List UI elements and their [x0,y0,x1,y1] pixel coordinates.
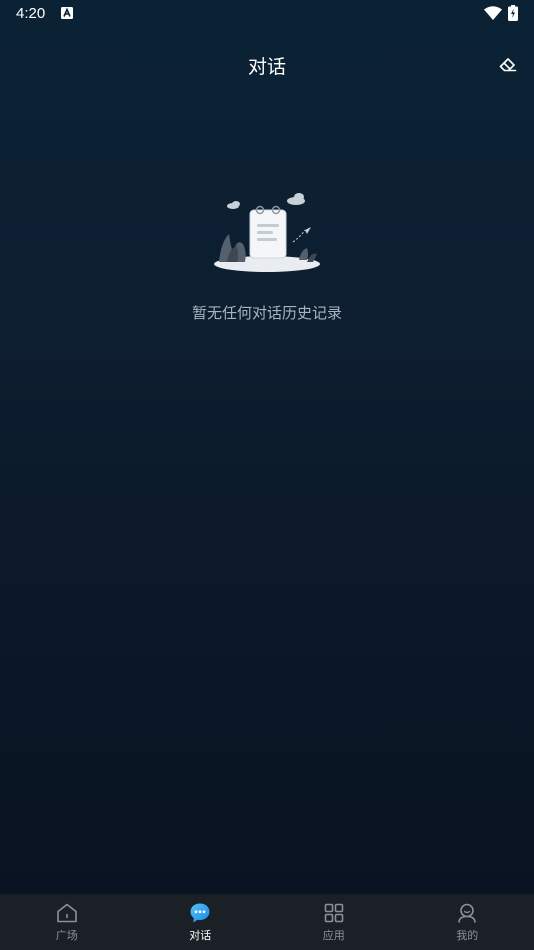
header: 对话 [0,40,534,88]
grid-icon [324,903,344,923]
bottom-tab-bar: 广场 对话 应用 我的 [0,894,534,950]
empty-state: 暂无任何对话历史记录 [0,186,534,336]
tab-label: 我的 [456,929,479,942]
tab-apps[interactable]: 应用 [267,894,401,950]
page-title: 对话 [247,56,286,78]
tab-profile[interactable]: 我的 [401,894,534,950]
home-icon [56,903,77,923]
status-time: 4:20 [16,5,46,22]
empty-state-message: 暂无任何对话历史记录 [191,304,342,322]
empty-notepad-illustration [214,193,320,272]
tab-label: 对话 [189,929,212,942]
battery-icon [508,5,518,21]
eraser-icon [499,58,517,72]
wifi-icon [484,6,502,20]
tab-chat[interactable]: 对话 [134,894,268,950]
chat-bubble-icon [190,903,210,923]
tab-label: 应用 [322,929,345,942]
tab-square[interactable]: 广场 [0,894,134,950]
tab-label: 广场 [55,929,78,942]
clear-history-button[interactable] [496,52,520,76]
notification-a-icon [61,7,73,19]
status-bar: 4:20 [0,0,534,28]
profile-icon [458,903,477,923]
